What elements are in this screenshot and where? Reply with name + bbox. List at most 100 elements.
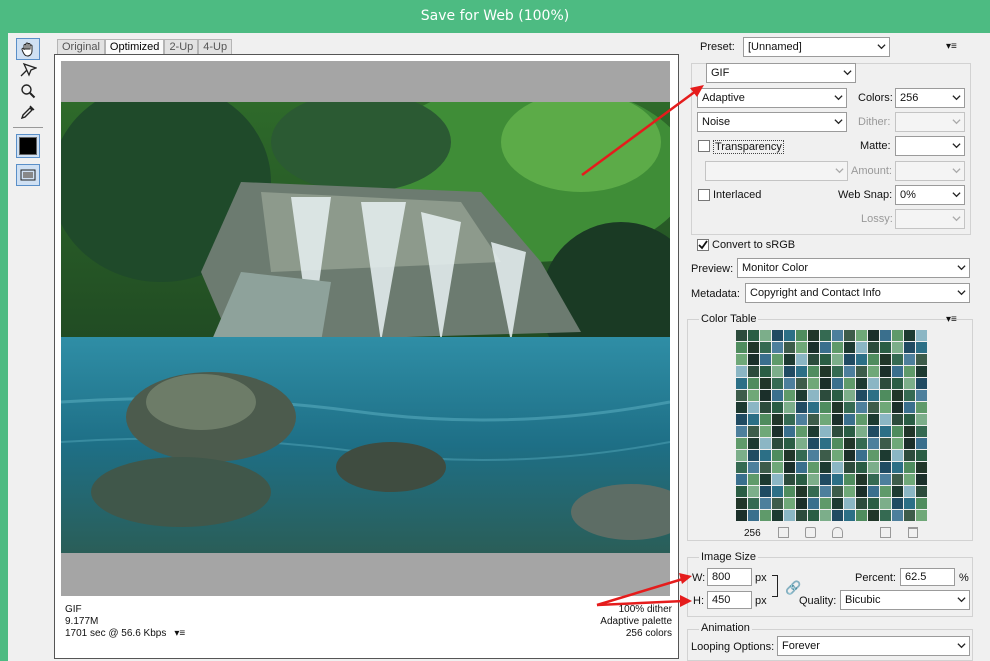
color-swatch[interactable] <box>831 401 843 413</box>
color-swatch[interactable] <box>903 509 915 521</box>
color-swatch[interactable] <box>915 461 927 473</box>
toggle-slices-visibility-button[interactable] <box>16 164 40 186</box>
color-swatch[interactable] <box>735 497 747 509</box>
color-swatch[interactable] <box>903 485 915 497</box>
trash-icon[interactable] <box>908 527 918 538</box>
color-swatch[interactable] <box>891 329 903 341</box>
color-swatch[interactable] <box>903 461 915 473</box>
color-swatch[interactable] <box>735 401 747 413</box>
color-swatch[interactable] <box>819 461 831 473</box>
color-swatch[interactable] <box>807 485 819 497</box>
color-swatch[interactable] <box>819 413 831 425</box>
color-swatch[interactable] <box>843 461 855 473</box>
color-swatch[interactable] <box>783 365 795 377</box>
color-swatch[interactable] <box>759 377 771 389</box>
color-swatch[interactable] <box>807 497 819 509</box>
color-swatch[interactable] <box>735 485 747 497</box>
color-swatch[interactable] <box>915 329 927 341</box>
amount-field[interactable] <box>895 161 965 181</box>
color-swatch[interactable] <box>807 377 819 389</box>
color-swatch[interactable] <box>771 353 783 365</box>
convert-srgb-checkbox[interactable] <box>697 239 709 251</box>
color-swatch[interactable] <box>819 389 831 401</box>
color-swatch[interactable] <box>843 425 855 437</box>
color-swatch[interactable] <box>795 497 807 509</box>
height-input[interactable]: 450 <box>707 591 752 609</box>
color-swatch[interactable] <box>735 329 747 341</box>
color-swatch[interactable] <box>879 497 891 509</box>
color-swatch[interactable] <box>915 449 927 461</box>
color-swatch[interactable] <box>843 365 855 377</box>
preview-dropdown[interactable]: Monitor Color <box>737 258 970 278</box>
color-swatch[interactable] <box>759 353 771 365</box>
color-swatch[interactable] <box>891 473 903 485</box>
color-swatch[interactable] <box>831 341 843 353</box>
color-swatch[interactable] <box>783 509 795 521</box>
color-swatch[interactable] <box>915 377 927 389</box>
lossy-field[interactable] <box>895 209 965 229</box>
color-swatch[interactable] <box>831 413 843 425</box>
color-swatch[interactable] <box>867 341 879 353</box>
color-swatch[interactable] <box>903 329 915 341</box>
color-swatch[interactable] <box>735 389 747 401</box>
matte-dropdown[interactable] <box>895 136 965 156</box>
tab-optimized[interactable]: Optimized <box>104 39 165 54</box>
color-swatch[interactable] <box>855 413 867 425</box>
color-swatch[interactable] <box>843 485 855 497</box>
transparency-checkbox[interactable] <box>698 140 710 152</box>
width-input[interactable]: 800 <box>707 568 752 586</box>
color-swatch[interactable] <box>891 341 903 353</box>
color-swatch[interactable] <box>855 437 867 449</box>
color-swatch[interactable] <box>783 461 795 473</box>
color-swatch[interactable] <box>807 509 819 521</box>
color-swatch[interactable] <box>879 485 891 497</box>
color-swatch[interactable] <box>759 473 771 485</box>
color-swatch[interactable] <box>795 473 807 485</box>
color-swatch[interactable] <box>795 329 807 341</box>
color-swatch[interactable] <box>759 413 771 425</box>
color-swatch[interactable] <box>891 389 903 401</box>
color-swatch[interactable] <box>843 353 855 365</box>
color-swatch[interactable] <box>867 485 879 497</box>
color-swatch[interactable] <box>831 377 843 389</box>
color-swatch[interactable] <box>819 473 831 485</box>
color-swatch[interactable] <box>843 389 855 401</box>
color-swatch[interactable] <box>735 413 747 425</box>
color-swatch[interactable] <box>867 329 879 341</box>
color-swatch[interactable] <box>867 461 879 473</box>
color-swatch[interactable] <box>891 401 903 413</box>
color-swatch[interactable] <box>759 449 771 461</box>
color-swatch[interactable] <box>759 389 771 401</box>
color-swatch[interactable] <box>783 449 795 461</box>
color-swatch[interactable] <box>831 497 843 509</box>
color-swatch[interactable] <box>867 353 879 365</box>
color-swatch[interactable] <box>831 425 843 437</box>
color-swatch[interactable] <box>903 365 915 377</box>
color-swatch[interactable] <box>783 413 795 425</box>
color-swatch[interactable] <box>783 353 795 365</box>
color-swatch[interactable] <box>867 365 879 377</box>
color-swatch[interactable] <box>747 449 759 461</box>
color-swatch[interactable] <box>879 437 891 449</box>
color-swatch[interactable] <box>855 329 867 341</box>
color-swatch[interactable] <box>855 509 867 521</box>
color-swatch[interactable] <box>795 389 807 401</box>
color-swatch[interactable] <box>831 329 843 341</box>
color-swatch[interactable] <box>843 473 855 485</box>
color-swatch[interactable] <box>867 497 879 509</box>
color-swatch[interactable] <box>759 365 771 377</box>
color-swatch[interactable] <box>735 449 747 461</box>
color-swatch[interactable] <box>891 425 903 437</box>
color-swatch[interactable] <box>747 461 759 473</box>
transparency-dither-dropdown[interactable] <box>705 161 848 181</box>
color-swatch[interactable] <box>795 425 807 437</box>
color-swatch[interactable] <box>903 353 915 365</box>
color-swatch[interactable] <box>747 473 759 485</box>
color-swatch[interactable] <box>807 365 819 377</box>
color-swatch[interactable] <box>807 341 819 353</box>
color-swatch[interactable] <box>747 389 759 401</box>
color-swatch[interactable] <box>819 425 831 437</box>
color-swatch[interactable] <box>807 437 819 449</box>
color-swatch[interactable] <box>891 377 903 389</box>
slice-select-tool[interactable] <box>16 59 40 81</box>
